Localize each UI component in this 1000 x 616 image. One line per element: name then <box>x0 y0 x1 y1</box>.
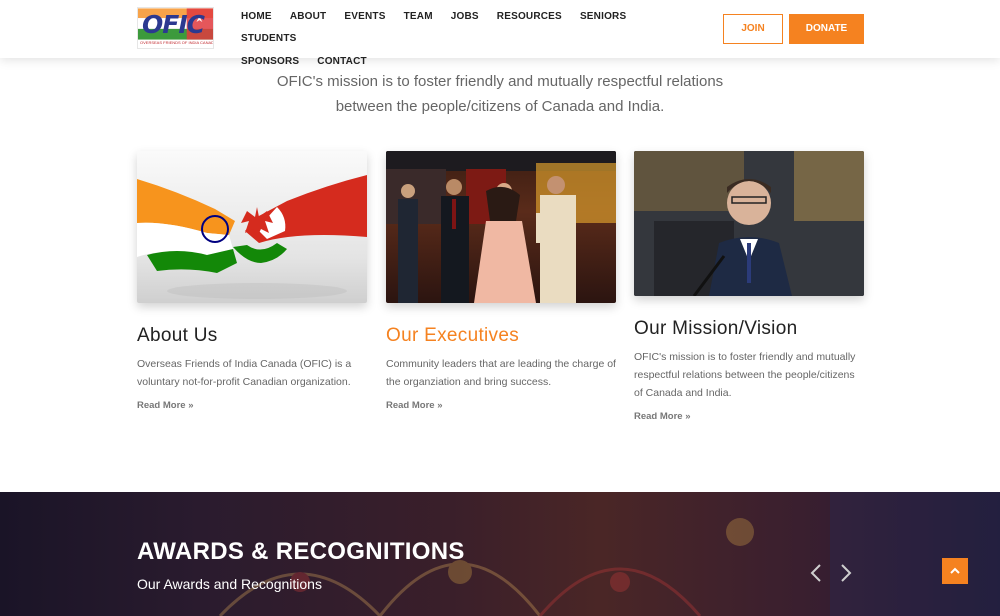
executives-photo[interactable] <box>386 151 616 303</box>
india-canada-handshake-graphic <box>137 175 367 299</box>
card-title-about-us: About Us <box>137 325 218 346</box>
card-text-mission-vision: OFIC's mission is to foster friendly and… <box>634 351 856 399</box>
awards-title: AWARDS & RECOGNITIONS <box>137 538 465 565</box>
mission-line-2: between the people/citizens of Canada an… <box>335 98 665 115</box>
ofic-logo[interactable]: OFIC OVERSEAS FRIENDS OF INDIA CANADA <box>137 7 214 49</box>
mission-vision-photo[interactable] <box>634 151 864 296</box>
nav-contact[interactable]: CONTACT <box>317 51 367 73</box>
nav-home[interactable]: HOME <box>241 6 272 28</box>
read-more-executives-link[interactable]: Read More » <box>386 400 443 411</box>
main-navigation: HOME ABOUT EVENTS TEAM JOBS RESOURCES SENIORS S… <box>241 6 661 73</box>
read-more-about-us-link[interactable]: Read More » <box>137 400 194 411</box>
logo-text: OFIC <box>142 10 205 39</box>
awards-section: AWARDS & RECOGNITIONS Our Awards and Rec… <box>0 492 1000 616</box>
nav-events[interactable]: EVENTS <box>344 6 385 28</box>
nav-seniors[interactable]: SENIORS <box>580 6 626 28</box>
mission-statement: OFIC's mission is to foster friendly and… <box>200 69 800 119</box>
handshake-image[interactable] <box>137 151 367 303</box>
card-title-mission-vision: Our Mission/Vision <box>634 318 798 339</box>
card-text-about-us: Overseas Friends of India Canada (OFIC) … <box>137 358 352 388</box>
nav-resources[interactable]: RESOURCES <box>497 6 562 28</box>
mission-vision-card: Our Mission/Vision OFIC's mission is to … <box>634 151 864 424</box>
scroll-to-top-button[interactable] <box>942 558 968 584</box>
nav-jobs[interactable]: JOBS <box>451 6 479 28</box>
nav-sponsors[interactable]: SPONSORS <box>241 51 299 73</box>
site-header: OFIC OVERSEAS FRIENDS OF INDIA CANADA HO… <box>0 0 1000 67</box>
card-title-our-executives[interactable]: Our Executives <box>386 325 616 347</box>
read-more-mission-link[interactable]: Read More » <box>634 411 691 422</box>
speaker-photo-graphic <box>634 151 864 296</box>
our-executives-card: Our Executives Community leaders that ar… <box>386 151 616 413</box>
about-us-card: About Us Overseas Friends of India Canad… <box>137 151 367 413</box>
donate-button[interactable]: DONATE <box>789 14 864 44</box>
join-button[interactable]: JOIN <box>723 14 783 44</box>
card-text-our-executives: Community leaders that are leading the c… <box>386 358 616 388</box>
executives-group-photo-graphic <box>386 151 616 303</box>
chevron-left-icon[interactable] <box>808 562 824 584</box>
chevron-up-icon <box>950 567 960 574</box>
nav-about[interactable]: ABOUT <box>290 6 327 28</box>
logo-subtitle: OVERSEAS FRIENDS OF INDIA CANADA <box>140 40 213 45</box>
chevron-right-icon[interactable] <box>838 562 854 584</box>
nav-students[interactable]: STUDENTS <box>241 28 297 50</box>
nav-team[interactable]: TEAM <box>404 6 433 28</box>
awards-subtitle: Our Awards and Recognitions <box>137 576 322 592</box>
